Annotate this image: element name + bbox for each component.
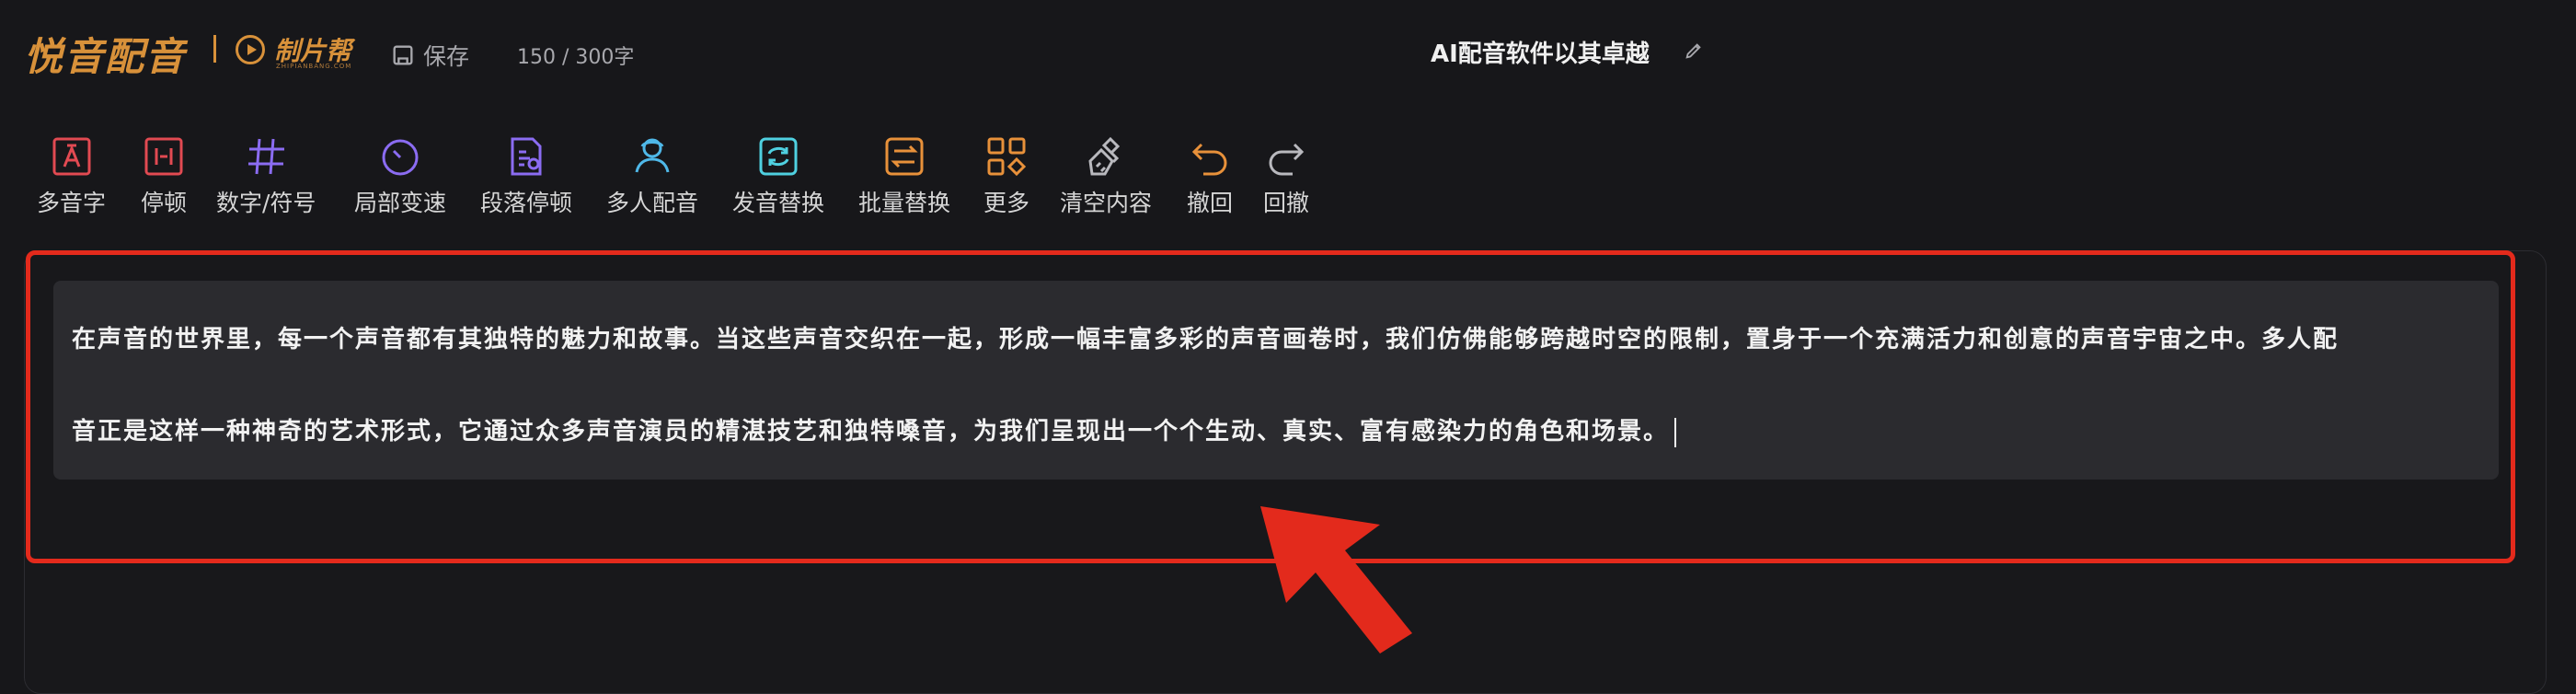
tool-label: 清空内容: [1060, 190, 1153, 216]
save-button[interactable]: 保存: [390, 37, 469, 74]
broom-icon: [1088, 136, 1121, 176]
text-caret: [1674, 417, 1677, 447]
pronunciation-replace-icon: [759, 137, 798, 176]
tool-number-symbol[interactable]: 数字/符号: [216, 133, 316, 218]
save-icon: [393, 45, 413, 65]
redo-icon: [1269, 143, 1305, 176]
tool-batch-replace[interactable]: 批量替换: [858, 133, 950, 218]
partner-logo-subtext: ZHIPIANBANG.COM: [276, 63, 352, 70]
redo-button[interactable]: 回撤: [1263, 133, 1309, 218]
pointer-arrow-icon: [1260, 506, 1412, 654]
tool-polyphone[interactable]: 多音字: [37, 133, 106, 218]
tool-label: 段落停顿: [480, 190, 573, 216]
brand-divider: [213, 35, 216, 63]
tool-label: 局部变速: [354, 190, 447, 216]
tool-local-speed[interactable]: 局部变速: [354, 133, 446, 218]
tool-label: 批量替换: [858, 190, 951, 216]
tool-pause[interactable]: 停顿: [141, 133, 187, 218]
word-count: 150 / 300字: [517, 46, 635, 69]
tool-label: 多音字: [37, 190, 107, 216]
batch-replace-icon: [885, 137, 924, 176]
multi-person-icon: [635, 138, 670, 173]
brand-logo: 悦音配音: [24, 34, 187, 79]
speed-dial-icon: [382, 139, 419, 176]
script-line-1: 在声音的世界里，每一个声音都有其独特的魅力和故事。当这些声音交织在一起，形成一幅…: [72, 326, 2340, 353]
undo-icon: [1191, 143, 1227, 176]
tool-pronunciation-replace[interactable]: 发音替换: [732, 133, 824, 218]
tool-clear-content[interactable]: 清空内容: [1060, 133, 1152, 218]
tool-label: 数字/符号: [216, 190, 316, 216]
undo-button[interactable]: 撤回: [1187, 133, 1233, 218]
tool-label: 撤回: [1187, 190, 1234, 216]
script-line-2: 音正是这样一种神奇的艺术形式，它通过众多声音演员的精湛技艺和独特嗓音，为我们呈现…: [72, 418, 1670, 445]
script-text-area[interactable]: 在声音的世界里，每一个声音都有其独特的魅力和故事。当这些声音交织在一起，形成一幅…: [53, 281, 2499, 480]
tool-label: 停顿: [141, 190, 188, 216]
tool-label: 更多: [983, 190, 1030, 216]
save-label: 保存: [423, 43, 470, 70]
document-title[interactable]: AI配音软件以其卓越: [1431, 35, 1650, 69]
edit-title-icon[interactable]: [1684, 40, 1704, 61]
hash-icon: [248, 138, 285, 175]
pause-icon: [144, 137, 183, 176]
more-grid-icon: [987, 137, 1027, 177]
play-logo-icon: [236, 35, 265, 64]
tool-more[interactable]: 更多: [983, 133, 1029, 218]
tool-paragraph-pause[interactable]: 段落停顿: [480, 133, 572, 218]
tool-label: 回撤: [1263, 190, 1310, 216]
paragraph-pause-icon: [511, 137, 542, 176]
tool-label: 发音替换: [732, 190, 825, 216]
polyphone-icon: [52, 137, 90, 176]
tool-label: 多人配音: [606, 190, 699, 216]
tool-multi-person[interactable]: 多人配音: [606, 133, 698, 218]
